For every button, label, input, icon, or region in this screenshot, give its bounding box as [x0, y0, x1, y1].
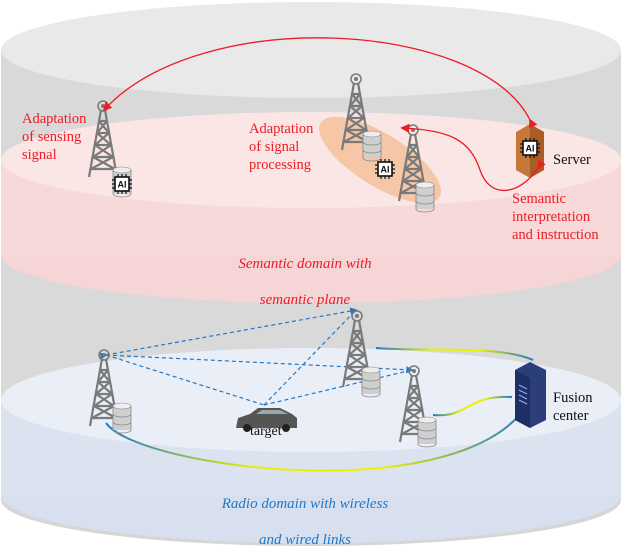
server-label: Server	[553, 152, 591, 168]
target-label: target	[250, 424, 282, 439]
radio-title-line2: and wired links	[259, 532, 351, 548]
radio-layer-title: Radio domain with wireless and wired lin…	[180, 477, 430, 548]
diagram: AI	[0, 0, 622, 548]
semantic-title-line2: semantic plane	[259, 292, 351, 308]
database-icon	[361, 366, 381, 398]
ai-chip-icon	[374, 158, 396, 180]
label-semantic-interpretation: Semantic interpretation and instruction	[512, 191, 599, 243]
database-icon	[415, 181, 435, 213]
database-icon	[112, 402, 132, 434]
fusion-center-icon	[515, 362, 546, 428]
ai-chip-icon	[111, 173, 133, 195]
database-icon	[417, 416, 437, 448]
label-adaptation-sensing: Adaptation of sensing signal	[22, 111, 87, 163]
database-icon	[362, 130, 382, 162]
semantic-layer-title: Semantic domain with semantic plane	[180, 237, 430, 327]
fusion-center-label: Fusion center	[553, 390, 593, 424]
radio-title-line1: Radio domain with wireless	[221, 496, 389, 512]
server-icon	[516, 124, 544, 178]
label-adaptation-processing: Adaptation of signal processing	[249, 121, 314, 173]
semantic-title-line1: Semantic domain with	[238, 256, 372, 272]
